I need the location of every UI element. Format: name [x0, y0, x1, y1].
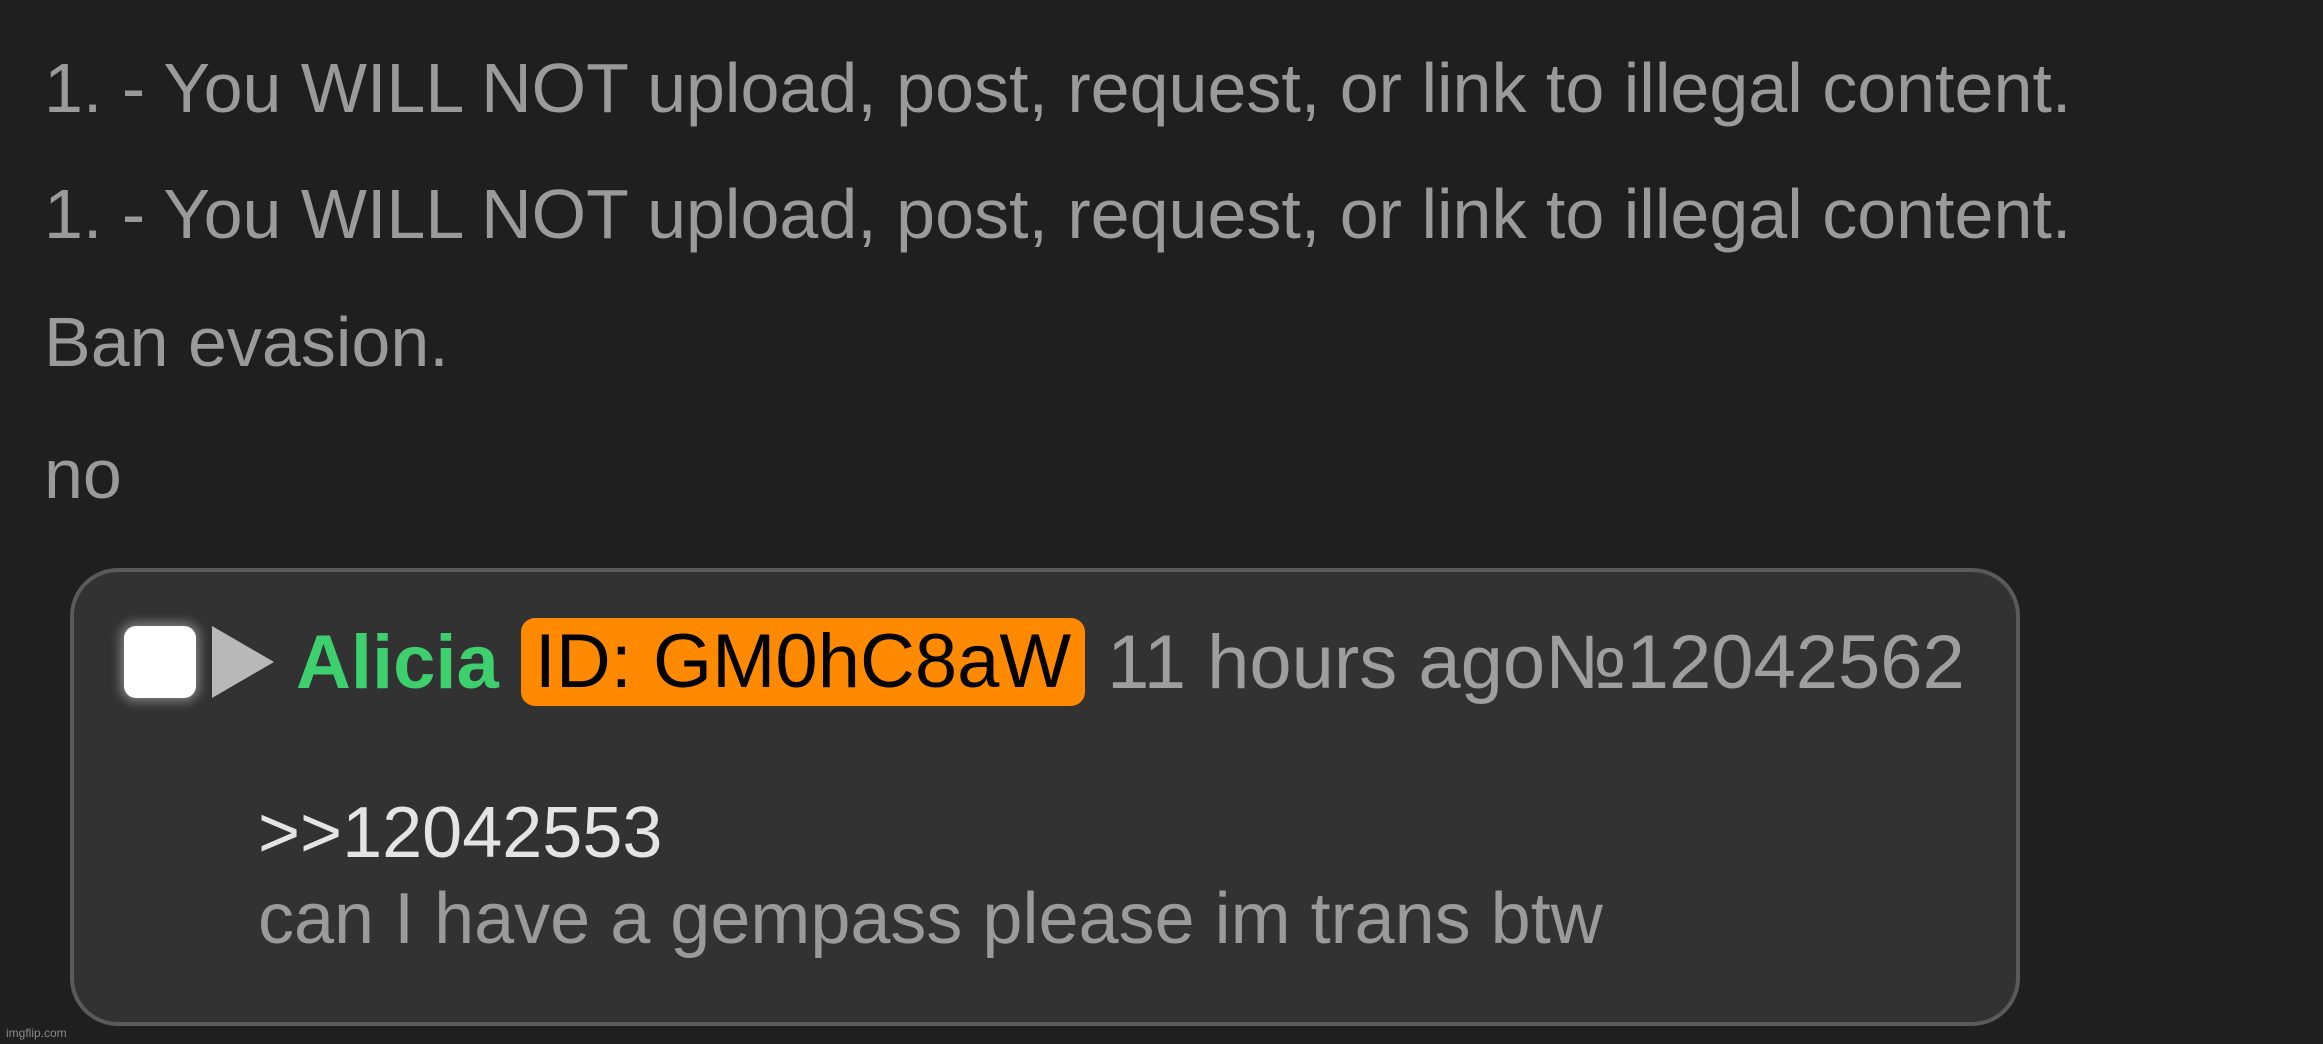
- quote-link[interactable]: >>12042553: [258, 792, 1958, 874]
- post-message: can I have a gempass please im trans btw: [258, 879, 1603, 959]
- page: 1. - You WILL NOT upload, post, request,…: [0, 0, 2323, 1044]
- ban-reason-line: no: [44, 435, 122, 513]
- ban-reason-line: Ban evasion.: [44, 303, 449, 381]
- ban-reason-line: 1. - You WILL NOT upload, post, request,…: [44, 49, 2072, 127]
- post-body: >>12042553 can I have a gempass please i…: [258, 792, 1958, 964]
- post-card: Alicia ID: GM0hC8aW 11 hours ago №120425…: [70, 568, 2020, 1026]
- expand-triangle-icon[interactable]: [212, 626, 274, 698]
- watermark: imgflip.com: [6, 1026, 67, 1040]
- poster-name: Alicia: [296, 619, 499, 705]
- post-timestamp: 11 hours ago: [1107, 619, 1546, 705]
- post-number-link[interactable]: №12042562: [1545, 619, 1965, 706]
- poster-id-badge[interactable]: ID: GM0hC8aW: [520, 618, 1086, 706]
- checkbox-icon[interactable]: [124, 626, 196, 698]
- post-header: Alicia ID: GM0hC8aW 11 hours ago №120425…: [124, 614, 1965, 710]
- ban-reason-line: 1. - You WILL NOT upload, post, request,…: [44, 175, 2072, 253]
